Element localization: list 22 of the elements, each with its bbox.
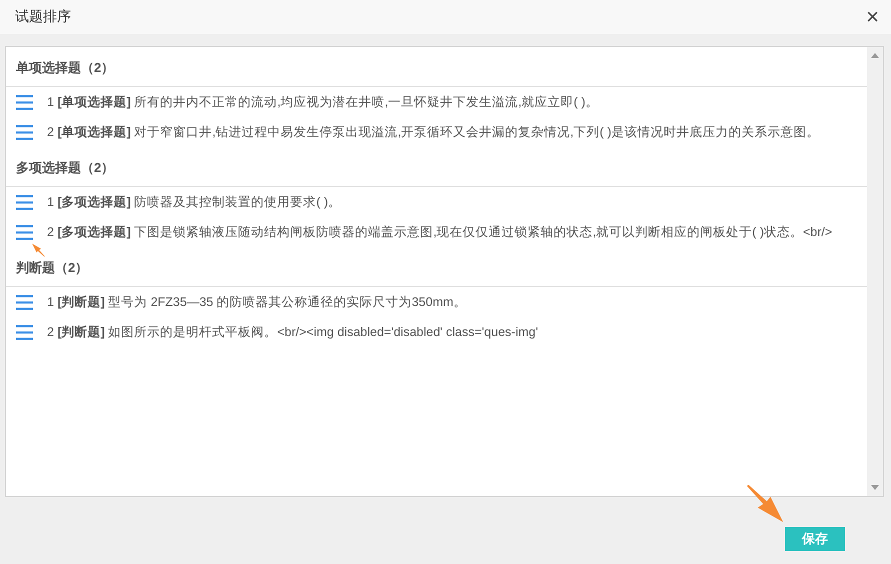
drag-handle-icon[interactable] [16,124,33,140]
annotation-arrow [30,243,47,257]
drag-handle-icon[interactable] [16,294,33,310]
question-text: 1 [单项选择题] 所有的井内不正常的流动,均应视为潜在井喷,一旦怀疑井下发生溢流,就应立即( )。 [47,94,598,110]
section-heading: 单项选择题（2） [6,47,867,87]
scroll-up-icon[interactable] [871,53,879,58]
close-button[interactable]: × [864,6,881,28]
drag-handle-icon[interactable] [16,324,33,340]
drag-handle-icon[interactable] [16,94,33,110]
drag-handle-icon[interactable] [16,224,33,240]
drag-handle-icon[interactable] [16,194,33,210]
section-heading: 多项选择题（2） [6,147,867,187]
question-text: 1 [判断题] 型号为 2FZ35—35 的防喷器其公称通径的实际尺寸为350mm。 [47,294,466,310]
question-text: 2 [判断题] 如图所示的是明杆式平板阀。<br/><img disabled='disabled' class='ques-img' [47,324,538,340]
scroll-down-icon[interactable] [871,485,879,490]
section-heading: 判断题（2） [6,247,867,287]
question-text: 2 [单项选择题] 对于窄窗口井,钻进过程中易发生停泵出现溢流,开泵循环又会井漏的复杂情况,下列( )是该情况时井底压力的关系示意图。 [47,124,820,140]
question-text: 2 [多项选择题] 下图是锁紧轴液压随动结构闸板防喷器的端盖示意图,现在仅仅通过锁紧轴的状态,就可以判断相应的闸板处于( )状态。<br/> [47,224,832,240]
window-title: 试题排序 [15,8,71,26]
question-text: 1 [多项选择题] 防喷器及其控制装置的使用要求( )。 [47,194,342,210]
scrollbar[interactable] [867,47,883,496]
annotation-arrow [745,484,785,524]
